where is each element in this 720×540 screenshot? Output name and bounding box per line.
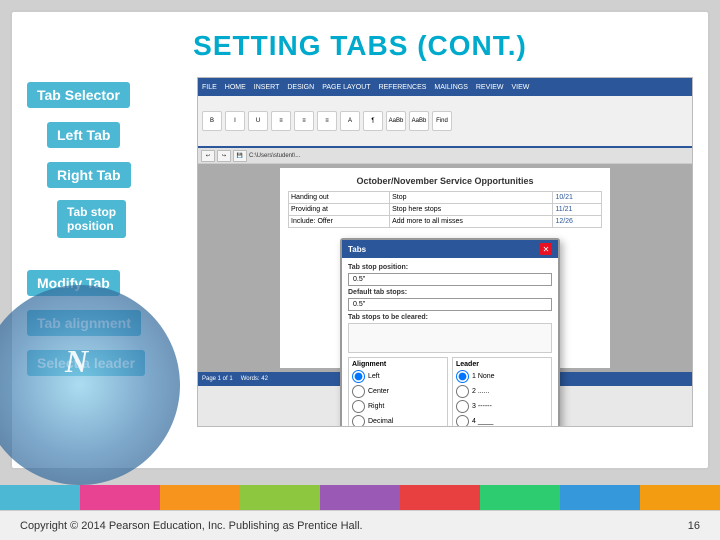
- tab-selector-label: Tab Selector: [27, 82, 130, 108]
- leader-group: Leader 1 None 2 ...... 3 ------: [452, 357, 552, 427]
- radio-none: 1 None: [456, 370, 548, 383]
- radio-dash: 3 ------: [456, 400, 548, 413]
- color-8: [560, 485, 640, 510]
- dialog-title-bar: Tabs ✕: [342, 240, 558, 258]
- tab-stop-input[interactable]: [348, 273, 552, 286]
- right-tab-item: Right Tab: [27, 157, 187, 193]
- table-cell: 12/26: [553, 216, 602, 228]
- ribbon-btn-8[interactable]: ¶: [363, 111, 383, 131]
- doc-page-title: October/November Service Opportunities: [288, 176, 602, 186]
- tab-review[interactable]: REVIEW: [476, 84, 504, 91]
- table-row: Providing at Stop here stops 11/21: [289, 204, 602, 216]
- ribbon-btn-9[interactable]: AaBb: [386, 111, 406, 131]
- color-1: [0, 485, 80, 510]
- color-4: [240, 485, 320, 510]
- page-number: 16: [688, 520, 700, 532]
- toolbar-btn-2[interactable]: ↪: [217, 150, 231, 162]
- tab-insert[interactable]: INSERT: [254, 84, 280, 91]
- color-3: [160, 485, 240, 510]
- table-cell: Add more to all misses: [390, 216, 553, 228]
- ribbon-btn-2[interactable]: I: [225, 111, 245, 131]
- color-strip: [0, 485, 720, 510]
- ribbon-tabs-row: FILE HOME INSERT DESIGN PAGE LAYOUT REFE…: [198, 78, 692, 96]
- ribbon-btn-10[interactable]: AaBb: [409, 111, 429, 131]
- status-words: Words: 42: [241, 376, 268, 382]
- alignment-label: Alignment: [352, 361, 444, 368]
- toolbar-btn-1[interactable]: ↩: [201, 150, 215, 162]
- table-cell: 11/21: [553, 204, 602, 216]
- left-tab-item: Left Tab: [27, 117, 187, 153]
- tab-file[interactable]: FILE: [202, 84, 217, 91]
- table-cell: Handing out: [289, 192, 390, 204]
- ribbon-btn-1[interactable]: B: [202, 111, 222, 131]
- tab-stop-label: Tab stopposition: [57, 200, 126, 239]
- tab-selector-item: Tab Selector: [27, 77, 187, 113]
- ribbon-btn-3[interactable]: U: [248, 111, 268, 131]
- dialog-body: Tab stop position: Default tab stops: Ta…: [342, 258, 558, 427]
- footer: Copyright © 2014 Pearson Education, Inc.…: [0, 510, 720, 540]
- ribbon-btn-7[interactable]: A: [340, 111, 360, 131]
- color-2: [80, 485, 160, 510]
- status-page: Page 1 of 1: [202, 376, 233, 382]
- tab-stops-clear-label: Tab stops to be cleared:: [348, 314, 552, 321]
- tab-home[interactable]: HOME: [225, 84, 246, 91]
- clear-listbox[interactable]: [348, 323, 552, 353]
- bottom-bar: Copyright © 2014 Pearson Education, Inc.…: [0, 485, 720, 540]
- table-cell: Stop: [390, 192, 553, 204]
- tab-mailings[interactable]: MAILINGS: [434, 84, 467, 91]
- default-stops-label: Default tab stops:: [348, 289, 552, 296]
- table-row: Include: Offer Add more to all misses 12…: [289, 216, 602, 228]
- tab-pagelayout[interactable]: PAGE LAYOUT: [322, 84, 370, 91]
- dialog-title: Tabs: [348, 245, 366, 254]
- ribbon-body: B I U ≡ ≡ ≡ A ¶ AaBb AaBb Find: [198, 96, 692, 148]
- radio-left: Left: [352, 370, 444, 383]
- tab-stop-item: Tab stopposition: [27, 201, 187, 237]
- color-7: [480, 485, 560, 510]
- tab-references[interactable]: REFERENCES: [379, 84, 427, 91]
- color-5: [320, 485, 400, 510]
- ribbon-btn-11[interactable]: Find: [432, 111, 452, 131]
- radio-center: Center: [352, 385, 444, 398]
- radio-underline: 4 ____: [456, 415, 548, 427]
- table-cell: Providing at: [289, 204, 390, 216]
- copyright-text: Copyright © 2014 Pearson Education, Inc.…: [20, 520, 363, 532]
- table-cell: Stop here stops: [390, 204, 553, 216]
- leader-label: Leader: [456, 361, 548, 368]
- alignment-group: Alignment Left Center Right: [348, 357, 448, 427]
- tab-stop-position-label: Tab stop position:: [348, 264, 552, 271]
- compass-n-label: N: [65, 343, 88, 380]
- toolbar-btn-3[interactable]: 💾: [233, 150, 247, 162]
- ribbon-btn-4[interactable]: ≡: [271, 111, 291, 131]
- table-cell: 10/21: [553, 192, 602, 204]
- ribbon-btn-5[interactable]: ≡: [294, 111, 314, 131]
- doc-page: October/November Service Opportunities H…: [280, 168, 610, 368]
- right-tab-label: Right Tab: [47, 162, 131, 188]
- radio-dots: 2 ......: [456, 385, 548, 398]
- radio-right: Right: [352, 400, 444, 413]
- word-doc-area: October/November Service Opportunities H…: [198, 164, 692, 372]
- word-screenshot: FILE HOME INSERT DESIGN PAGE LAYOUT REFE…: [197, 77, 693, 427]
- tabs-dialog: Tabs ✕ Tab stop position: Default tab st…: [340, 238, 560, 427]
- tab-design[interactable]: DESIGN: [287, 84, 314, 91]
- radio-decimal: Decimal: [352, 415, 444, 427]
- tab-view[interactable]: VIEW: [511, 84, 529, 91]
- toolbar-path: C:\Users\student\...: [249, 153, 300, 159]
- color-6: [400, 485, 480, 510]
- color-9: [640, 485, 720, 510]
- default-stop-input[interactable]: [348, 298, 552, 311]
- slide-title: SETTING TABS (CONT.): [12, 12, 708, 72]
- word-toolbar: ↩ ↪ 💾 C:\Users\student\...: [198, 148, 692, 164]
- table-row: Handing out Stop 10/21: [289, 192, 602, 204]
- left-tab-label: Left Tab: [47, 122, 120, 148]
- ribbon-btn-6[interactable]: ≡: [317, 111, 337, 131]
- dialog-close-button[interactable]: ✕: [540, 243, 552, 255]
- table-cell: Include: Offer: [289, 216, 390, 228]
